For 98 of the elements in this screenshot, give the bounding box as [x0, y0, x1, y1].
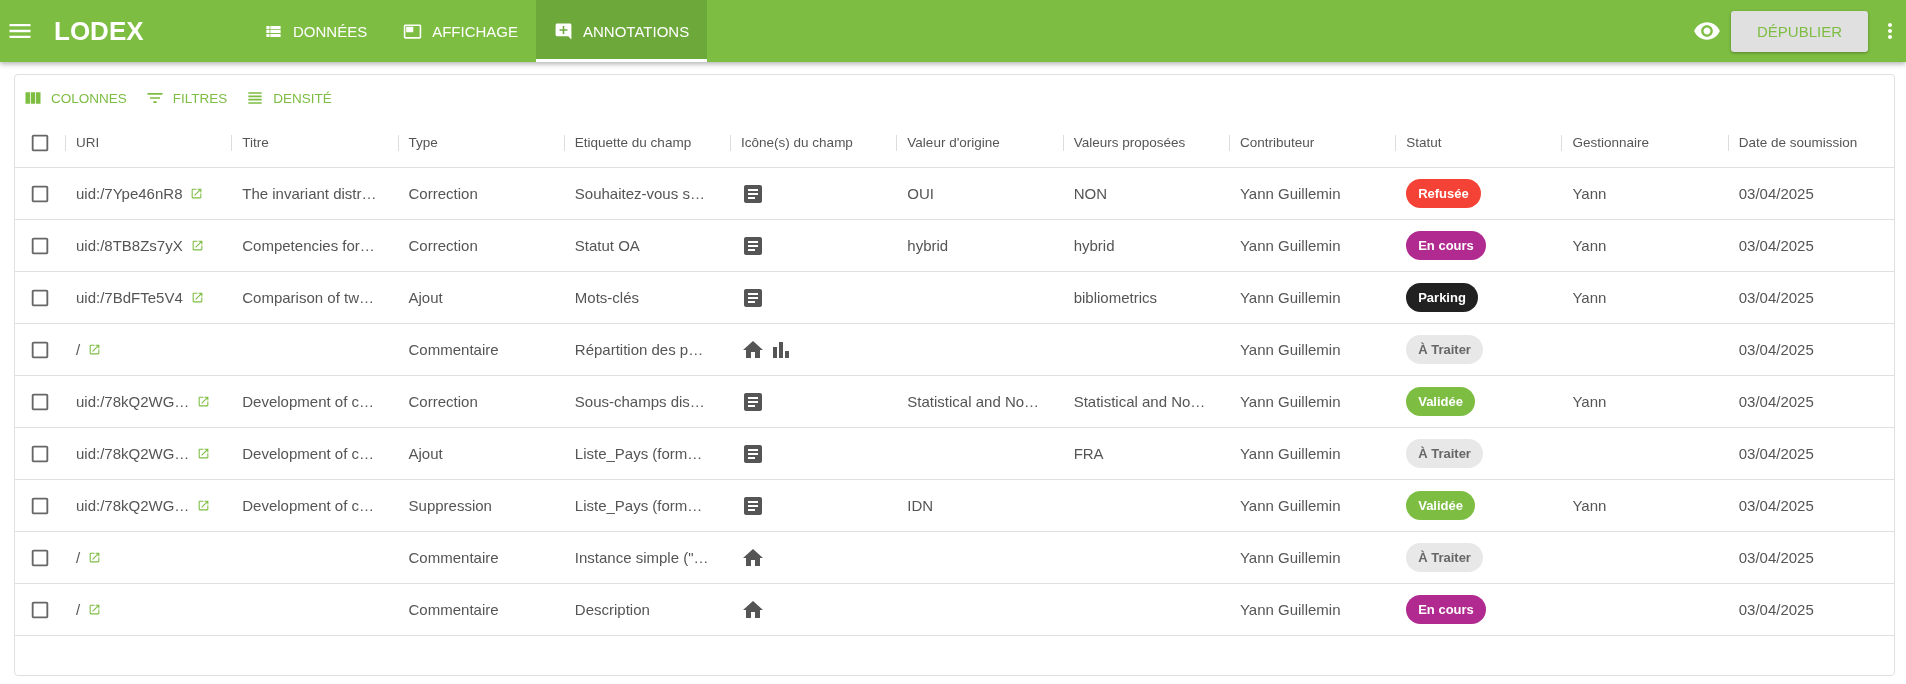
- status-chip: Validée: [1406, 387, 1475, 416]
- table-cell: The invariant distr…: [242, 185, 377, 202]
- table-cell: Yann Guillemin: [1239, 393, 1341, 410]
- uri-text: uid:/8TB8Zs7yX: [76, 237, 183, 254]
- table-cell: hybrid: [1073, 237, 1115, 254]
- table-cell: Yann Guillemin: [1239, 289, 1341, 306]
- uri-text: uid:/7Ype46nR8: [76, 185, 183, 202]
- table-cell: FRA: [1073, 445, 1104, 462]
- column-header[interactable]: Icône(s) du champ: [730, 135, 853, 151]
- status-chip: À Traiter: [1406, 543, 1483, 572]
- table-cell: 03/04/2025: [1738, 185, 1814, 202]
- table-cell: 03/04/2025: [1738, 601, 1814, 618]
- checkbox[interactable]: [29, 132, 51, 154]
- table-cell: Correction: [408, 237, 478, 254]
- table-cell: Correction: [408, 393, 478, 410]
- table-cell: Yann Guillemin: [1239, 341, 1341, 358]
- table-cell: Development of c…: [242, 445, 374, 462]
- uri-text: uid:/7BdFTe5V4: [76, 289, 183, 306]
- table-cell: Souhaitez-vous s…: [574, 185, 705, 202]
- comment-plus-icon: [554, 21, 574, 41]
- external-link-icon[interactable]: [197, 499, 211, 512]
- app-logo: LODEX: [54, 15, 144, 47]
- table-cell: hybrid: [907, 237, 949, 254]
- table-cell: 03/04/2025: [1738, 497, 1814, 514]
- table-cell: IDN: [907, 497, 934, 514]
- status-chip: Refusée: [1406, 179, 1481, 208]
- table-cell: Development of c…: [242, 497, 374, 514]
- table-cell: Yann: [1572, 237, 1607, 254]
- table-cell: Statistical and No…: [907, 393, 1040, 410]
- table-cell: Yann Guillemin: [1239, 185, 1341, 202]
- column-header[interactable]: Contributeur: [1228, 135, 1315, 151]
- table-cell: Statut OA: [574, 237, 640, 254]
- status-chip: En cours: [1406, 595, 1486, 624]
- uri-text: uid:/78kQ2WG…: [76, 445, 190, 462]
- table-cell: 03/04/2025: [1738, 445, 1814, 462]
- table-cell: Description: [574, 601, 650, 618]
- screen-icon: [403, 21, 423, 41]
- external-link-icon[interactable]: [88, 551, 102, 564]
- external-link-icon[interactable]: [197, 447, 211, 460]
- uri-text: /: [76, 341, 81, 358]
- external-link-icon[interactable]: [197, 395, 211, 408]
- table-cell: Statistical and No…: [1073, 393, 1206, 410]
- table-cell: Yann: [1572, 497, 1607, 514]
- column-header[interactable]: Statut: [1395, 135, 1442, 151]
- external-link-icon[interactable]: [190, 291, 204, 304]
- external-link-icon[interactable]: [88, 343, 102, 356]
- table-cell: Competencies for…: [242, 237, 375, 254]
- table-cell: Comparison of tw…: [242, 289, 374, 306]
- table-cell: Commentaire: [408, 341, 499, 358]
- table-cell: Sous-champs dis…: [574, 393, 705, 410]
- table-cell: NON: [1073, 185, 1107, 202]
- external-link-icon[interactable]: [88, 603, 102, 616]
- table-cell: Yann Guillemin: [1239, 237, 1341, 254]
- column-header[interactable]: Type: [397, 135, 438, 151]
- uri-text: /: [76, 601, 81, 618]
- column-header[interactable]: Gestionnaire: [1561, 135, 1649, 151]
- table-cell: 03/04/2025: [1738, 237, 1814, 254]
- column-header[interactable]: Etiquette du champ: [563, 135, 692, 151]
- table-cell: Mots-clés: [574, 289, 639, 306]
- external-link-icon[interactable]: [190, 239, 204, 252]
- table-cell: Yann: [1572, 185, 1607, 202]
- table-cell: Suppression: [408, 497, 492, 514]
- status-chip: À Traiter: [1406, 439, 1483, 468]
- table-cell: Yann Guillemin: [1239, 549, 1341, 566]
- table-cell: Yann Guillemin: [1239, 601, 1341, 618]
- column-header[interactable]: Titre: [231, 135, 269, 151]
- table-cell: Commentaire: [408, 549, 499, 566]
- uri-text: uid:/78kQ2WG…: [76, 393, 190, 410]
- table-cell: Development of c…: [242, 393, 374, 410]
- column-header[interactable]: Valeurs proposées: [1062, 135, 1186, 151]
- table-cell: Yann: [1572, 393, 1607, 410]
- status-chip: À Traiter: [1406, 335, 1483, 364]
- table-cell: Répartition des p…: [574, 341, 704, 358]
- table-cell: Commentaire: [408, 601, 499, 618]
- table-cell: Yann: [1572, 289, 1607, 306]
- uri-text: uid:/78kQ2WG…: [76, 497, 190, 514]
- table-cell: 03/04/2025: [1738, 549, 1814, 566]
- table-cell: Yann Guillemin: [1239, 497, 1341, 514]
- table-cell: bibliometrics: [1073, 289, 1157, 306]
- external-link-icon[interactable]: [190, 187, 204, 200]
- table-cell: 03/04/2025: [1738, 341, 1814, 358]
- status-chip: En cours: [1406, 231, 1486, 260]
- table-cell: Instance simple ("…: [574, 549, 709, 566]
- status-chip: Parking: [1406, 283, 1478, 312]
- uri-text: /: [76, 549, 81, 566]
- status-chip: Validée: [1406, 491, 1475, 520]
- table-cell: Correction: [408, 185, 478, 202]
- table-cell: OUI: [907, 185, 935, 202]
- column-header[interactable]: Valeur d'origine: [896, 135, 1000, 151]
- table-cell: 03/04/2025: [1738, 289, 1814, 306]
- table-cell: Ajout: [408, 289, 443, 306]
- table-cell: Yann Guillemin: [1239, 445, 1341, 462]
- column-header[interactable]: URI: [65, 135, 100, 151]
- table-cell: 03/04/2025: [1738, 393, 1814, 410]
- table-cell: Liste_Pays (form…: [574, 445, 703, 462]
- column-header[interactable]: Date de soumission: [1727, 135, 1858, 151]
- table-cell: Liste_Pays (form…: [574, 497, 703, 514]
- table-cell: Ajout: [408, 445, 443, 462]
